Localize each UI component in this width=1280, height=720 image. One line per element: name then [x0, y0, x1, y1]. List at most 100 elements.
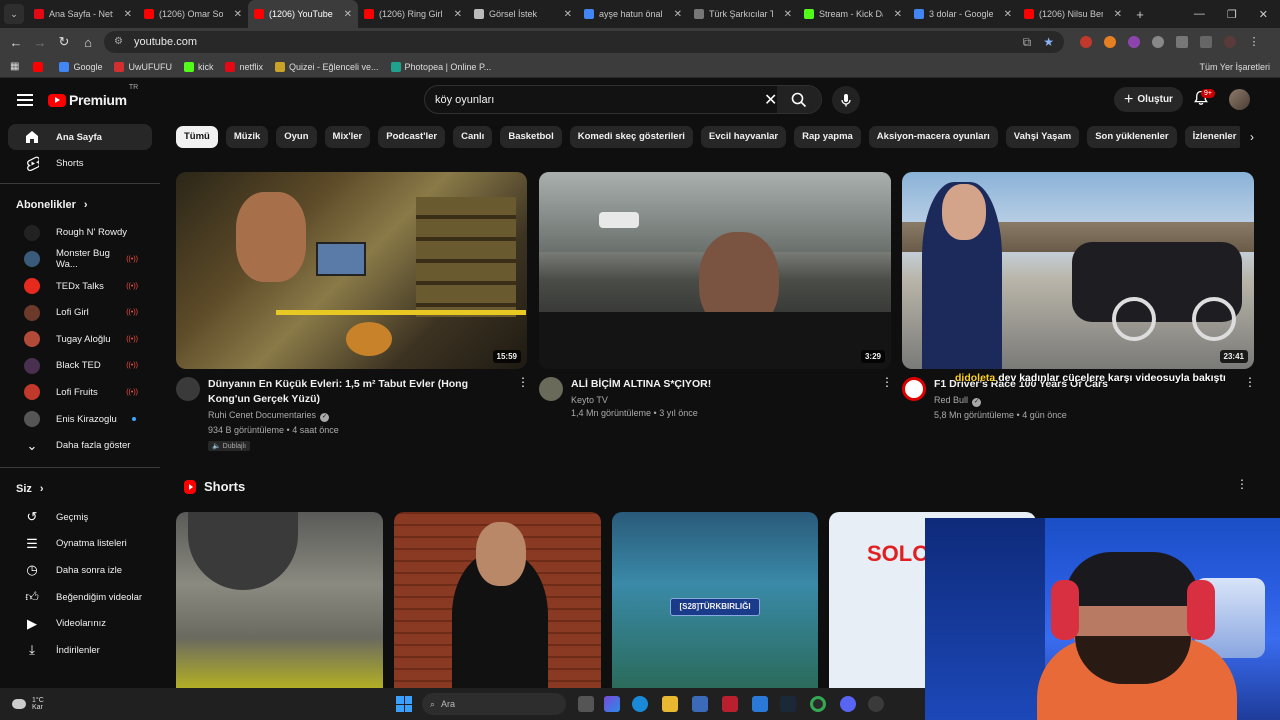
browser-tab[interactable]: Görsel İstek ✕ [468, 0, 578, 28]
close-tab-icon[interactable]: ✕ [1004, 9, 1012, 20]
bookmark-item[interactable] [33, 61, 47, 72]
chrome-icon[interactable] [810, 696, 826, 712]
close-tab-icon[interactable]: ✕ [344, 9, 352, 20]
cast-icon[interactable]: ⧉ [1023, 35, 1032, 50]
filter-chip[interactable]: Aksiyon-macera oyunları [868, 125, 998, 148]
filter-chip[interactable]: İzlenenler [1184, 125, 1245, 148]
video-card[interactable]: 15:59 Dünyanın En Küçük Evleri: 1,5 m² T… [176, 172, 529, 453]
browser-tab[interactable]: 3 dolar - Google'da ✕ [908, 0, 1018, 28]
video-card[interactable]: 3:29 ALİ BİÇİM ALTINA S*ÇIYOR! Keyto TV … [539, 172, 893, 418]
sidebar-item-playlist[interactable]: ☰ Oynatma listeleri [8, 531, 152, 558]
folder-icon[interactable] [662, 696, 678, 712]
video-title[interactable]: Dünyanın En Küçük Evleri: 1,5 m² Tabut E… [208, 377, 503, 407]
show-more-button[interactable]: ⌄ Daha fazla göster [8, 432, 152, 459]
bookmark-item[interactable]: UwUFUFU [114, 61, 172, 72]
short-card[interactable]: [S28]TÜRKBIRLIĞI [612, 512, 818, 692]
create-button[interactable]: + Oluştur [1114, 87, 1183, 112]
close-tab-icon[interactable]: ✕ [1114, 9, 1122, 20]
short-card[interactable] [176, 512, 383, 692]
app-icon[interactable] [722, 696, 738, 712]
sidebar-item-subscription[interactable]: Lofi Girl ((•)) [8, 299, 152, 326]
task-view-icon[interactable] [578, 696, 594, 712]
reload-icon[interactable]: ↻ [52, 34, 76, 50]
sidebar-item-home[interactable]: Ana Sayfa [8, 124, 152, 150]
home-icon[interactable]: ⌂ [76, 35, 100, 50]
video-thumbnail[interactable]: 23:41 [902, 172, 1254, 369]
sidebar-item-clock[interactable]: ◷ Daha sonra izle [8, 557, 152, 584]
close-window-icon[interactable]: ✕ [1259, 8, 1268, 21]
obs-icon[interactable] [868, 696, 884, 712]
close-tab-icon[interactable]: ✕ [674, 9, 682, 20]
extension-icon[interactable] [1128, 36, 1140, 48]
chevron-right-icon[interactable]: › [1240, 125, 1264, 148]
video-thumbnail[interactable]: 15:59 [176, 172, 527, 369]
filter-chip[interactable]: Canlı [453, 125, 493, 148]
restore-icon[interactable]: ❐ [1227, 8, 1237, 21]
weather-widget[interactable]: 1°C Kar [12, 697, 44, 711]
close-tab-icon[interactable]: ✕ [564, 9, 572, 20]
sidebar-item-subscription[interactable]: Black TED ((•)) [8, 353, 152, 380]
bookmark-item[interactable]: netflix [225, 61, 263, 72]
search-button[interactable] [777, 86, 821, 113]
subscriptions-heading[interactable]: Abonelikler › [0, 190, 160, 220]
browser-tab[interactable]: (1206) Ring Girl Gets ✕ [358, 0, 468, 28]
avatar[interactable] [1229, 89, 1250, 110]
steam-icon[interactable] [780, 696, 796, 712]
sidebar-item-download[interactable]: ⤓ İndirilenler [8, 637, 152, 664]
sidebar-item-subscription[interactable]: Enis Kirazoglu [8, 406, 152, 433]
browser-tab[interactable]: Stream - Kick Dashb ✕ [798, 0, 908, 28]
mail-icon[interactable] [752, 696, 768, 712]
filter-chip[interactable]: Komedi skeç gösterileri [569, 125, 693, 148]
site-info-icon[interactable]: ⚙ [114, 36, 126, 48]
close-tab-icon[interactable]: ✕ [894, 9, 902, 20]
browser-tab[interactable]: (1206) Omar Souleyman ✕ [138, 0, 248, 28]
browser-tab[interactable]: (1206) Nilsu Berfin ✕ [1018, 0, 1128, 28]
close-tab-icon[interactable]: ✕ [124, 9, 132, 20]
forward-icon[interactable]: → [28, 35, 52, 50]
more-options-icon[interactable]: ⋮ [881, 376, 893, 388]
store-icon[interactable] [692, 696, 708, 712]
close-tab-icon[interactable]: ✕ [234, 9, 242, 20]
browser-tab[interactable]: ayşe hatun önal yaş ✕ [578, 0, 688, 28]
close-tab-icon[interactable]: ✕ [454, 9, 462, 20]
extension-icon[interactable] [1080, 36, 1092, 48]
more-options-icon[interactable]: ⋮ [1236, 478, 1248, 490]
bookmark-item[interactable]: Google [59, 61, 102, 72]
channel-avatar[interactable] [176, 377, 200, 401]
discord-icon[interactable] [840, 696, 856, 712]
search-input[interactable] [435, 93, 755, 106]
channel-avatar[interactable] [902, 377, 926, 401]
sidebar-item-history[interactable]: ↺ Geçmiş [8, 504, 152, 531]
browser-tab[interactable]: Ana Sayfa - Netflix ✕ [28, 0, 138, 28]
video-thumbnail[interactable]: 3:29 [539, 172, 891, 369]
filter-chip[interactable]: Müzik [225, 125, 269, 148]
video-title[interactable]: ALİ BİÇİM ALTINA S*ÇIYOR! [571, 377, 866, 392]
channel-name[interactable]: Red Bull ✓ [934, 395, 1229, 407]
you-heading[interactable]: Siz › [0, 474, 160, 504]
apps-icon[interactable]: ▦ [10, 61, 19, 72]
puzzle-icon[interactable] [1176, 36, 1188, 48]
more-options-icon[interactable]: ⋮ [517, 376, 529, 388]
filter-chip[interactable]: Mix'ler [324, 125, 371, 148]
new-tab-button[interactable]: + [1128, 7, 1152, 22]
sidebar-item-shorts[interactable]: Shorts [8, 150, 152, 177]
minimize-icon[interactable]: — [1194, 8, 1205, 21]
media-icon[interactable] [1200, 36, 1212, 48]
shield-icon[interactable] [1152, 36, 1164, 48]
filter-chip[interactable]: Basketbol [500, 125, 562, 148]
channel-name[interactable]: Ruhi Cenet Documentaries ✓ [208, 410, 503, 422]
bookmark-item[interactable]: kick [183, 61, 213, 72]
windows-start-icon[interactable] [396, 696, 412, 712]
sidebar-item-like[interactable]: 👍︎ Beğendiğim videolar [8, 584, 152, 611]
menu-icon[interactable]: ⋮ [1248, 36, 1260, 48]
filter-chip[interactable]: Podcast'ler [378, 125, 446, 148]
sidebar-item-subscription[interactable]: Monster Bug Wa... ((•)) [8, 246, 152, 273]
menu-icon[interactable] [17, 94, 33, 106]
tab-search-icon[interactable]: ⌄ [4, 4, 24, 24]
bookmark-item[interactable]: Quizei - Eğlenceli ve... [275, 61, 379, 72]
sidebar-item-subscription[interactable]: Lofi Fruits ((•)) [8, 379, 152, 406]
extension-icon[interactable] [1104, 36, 1116, 48]
bookmark-star-icon[interactable]: ★ [1043, 35, 1054, 50]
sidebar-item-video[interactable]: ▶ Videolarınız [8, 610, 152, 637]
filter-chip[interactable]: Evcil hayvanlar [700, 125, 787, 148]
